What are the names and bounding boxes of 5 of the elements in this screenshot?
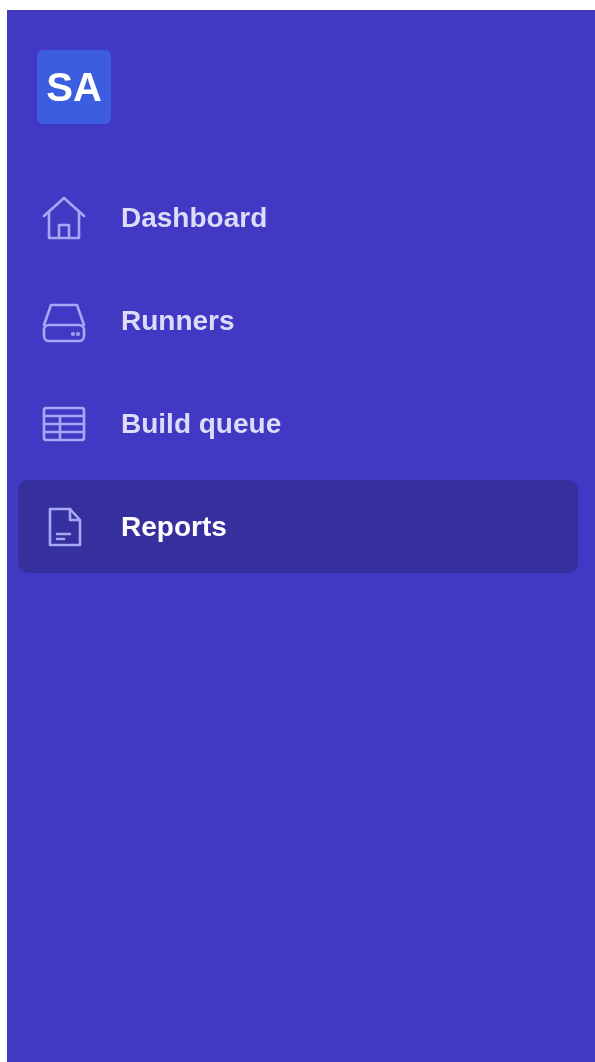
nav-item[interactable]: Build queue [18, 377, 578, 470]
nav-item[interactable]: Runners [18, 274, 578, 367]
nav-item[interactable]: Reports [18, 480, 578, 573]
nav-item[interactable]: Dashboard [18, 171, 578, 264]
logo: SA [37, 50, 111, 124]
